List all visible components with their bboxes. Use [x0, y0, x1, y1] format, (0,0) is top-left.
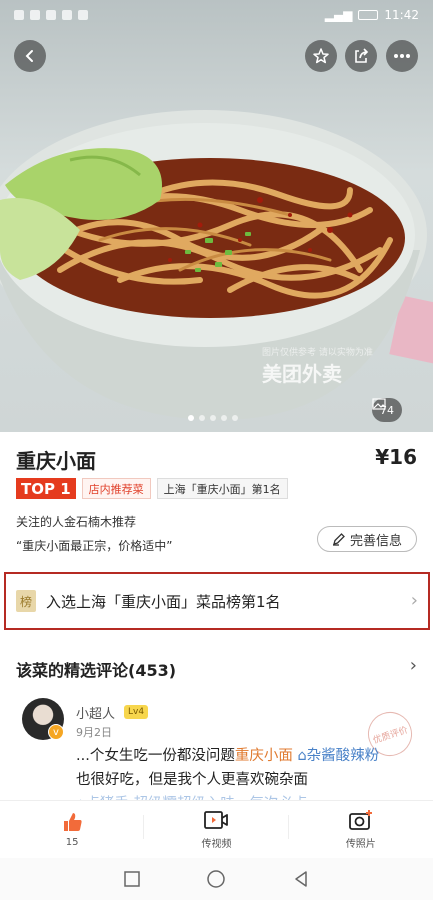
carousel-dot — [199, 415, 205, 421]
meituan-waimai-watermark: 美团外卖 — [262, 362, 342, 386]
ranking-banner[interactable]: 榜 入选上海「重庆小面」菜品榜第1名 › — [4, 572, 430, 630]
favorite-button[interactable] — [305, 40, 337, 72]
status-time: 11:42 — [384, 8, 419, 22]
wifi-icon: ▂▄▆ — [324, 8, 353, 22]
bottom-action-bar: 15 传视频 传照片 — [0, 800, 433, 858]
thumbs-up-icon — [64, 813, 82, 831]
followed-recommend-text: 关注的人金石楠木推荐 — [16, 515, 137, 529]
upload-video-button[interactable]: 传视频 — [144, 801, 289, 858]
dish-tags: TOP 1 店内推荐菜 上海「重庆小面」第1名 — [16, 478, 288, 499]
notification-icon — [14, 10, 24, 20]
dish-tag-icon: ⌂ — [297, 748, 307, 764]
carousel-dot — [210, 415, 216, 421]
notification-icon — [62, 10, 72, 20]
chevron-right-icon[interactable]: › — [410, 655, 417, 676]
more-dots-icon — [394, 54, 410, 58]
review-text-line: 也很好吃，但是我个人更喜欢碗杂面 — [76, 772, 308, 788]
photo-upload-icon — [348, 810, 372, 830]
dish-title: 重庆小面 — [16, 449, 96, 473]
ranking-icon: 榜 — [16, 590, 36, 612]
upload-photo-label: 传照片 — [345, 839, 376, 850]
notification-icon — [30, 10, 40, 20]
battery-icon — [358, 10, 379, 20]
star-icon — [313, 48, 329, 64]
carousel-dot — [221, 415, 227, 421]
status-system-icons: ▂▄▆ 11:42 — [325, 8, 419, 22]
system-navigation-bar — [0, 858, 433, 900]
reviews-section-title[interactable]: 该菜的精选评论(453) — [16, 657, 176, 681]
like-button[interactable]: 15 — [0, 801, 145, 858]
notification-icon — [46, 10, 56, 20]
upload-video-label: 传视频 — [201, 839, 232, 850]
chevron-left-icon — [25, 50, 33, 62]
chevron-right-icon: › — [410, 590, 418, 611]
complete-info-button[interactable]: 完善信息 — [317, 526, 417, 552]
reviewer-name[interactable]: 小超人 — [76, 703, 115, 722]
review-quote: “重庆小面最正宗，价格适中” — [16, 539, 173, 553]
review-text-line: ...个女生吃一份都没问题重庆小面 ⌂杂酱酸辣粉 — [76, 744, 379, 765]
review-text: ...个女生吃一份都没问题 — [76, 748, 235, 764]
home-icon[interactable] — [206, 869, 226, 889]
more-options-button[interactable] — [386, 40, 418, 72]
dish-photo[interactable]: 图片仅供参考 请以实物为准 美团外卖 74 — [0, 0, 433, 432]
video-upload-icon — [204, 811, 229, 829]
reviewer-level-badge: Lv4 — [124, 705, 149, 719]
upload-photo-button[interactable]: 传照片 — [289, 801, 433, 858]
store-recommend-tag: 店内推荐菜 — [81, 478, 151, 499]
image-icon — [372, 398, 386, 410]
dish-tag-link[interactable]: ⌂杂酱酸辣粉 — [297, 748, 379, 764]
carousel-dot — [232, 415, 238, 421]
like-count: 15 — [65, 837, 79, 848]
dish-price: ¥16 — [375, 445, 417, 469]
recent-apps-icon[interactable] — [123, 870, 141, 888]
back-triangle-icon[interactable] — [292, 870, 310, 888]
carousel-dots — [188, 415, 238, 421]
dish-mention-link[interactable]: 重庆小面 — [235, 748, 293, 764]
top-rank-badge: TOP 1 — [16, 478, 76, 499]
review-date: 9月2日 — [76, 726, 112, 739]
status-bar: ▂▄▆ 11:42 — [0, 0, 433, 30]
status-notification-icons — [14, 10, 88, 20]
dish-tag-label: 杂酱酸辣粉 — [306, 748, 380, 764]
city-rank-tag[interactable]: 上海「重庆小面」第1名 — [156, 478, 288, 499]
share-button[interactable] — [345, 40, 377, 72]
watermark-disclaimer: 图片仅供参考 请以实物为准 — [262, 348, 373, 358]
notification-icon — [78, 10, 88, 20]
edit-icon — [332, 533, 345, 546]
carousel-dot-active — [188, 415, 194, 421]
ranking-text: 入选上海「重庆小面」菜品榜第1名 — [46, 592, 281, 611]
back-button[interactable] — [14, 40, 46, 72]
share-icon — [355, 48, 369, 63]
complete-info-label: 完善信息 — [349, 533, 402, 549]
photo-gallery-button[interactable]: 74 — [372, 398, 402, 422]
verified-badge-icon: v — [48, 724, 64, 740]
